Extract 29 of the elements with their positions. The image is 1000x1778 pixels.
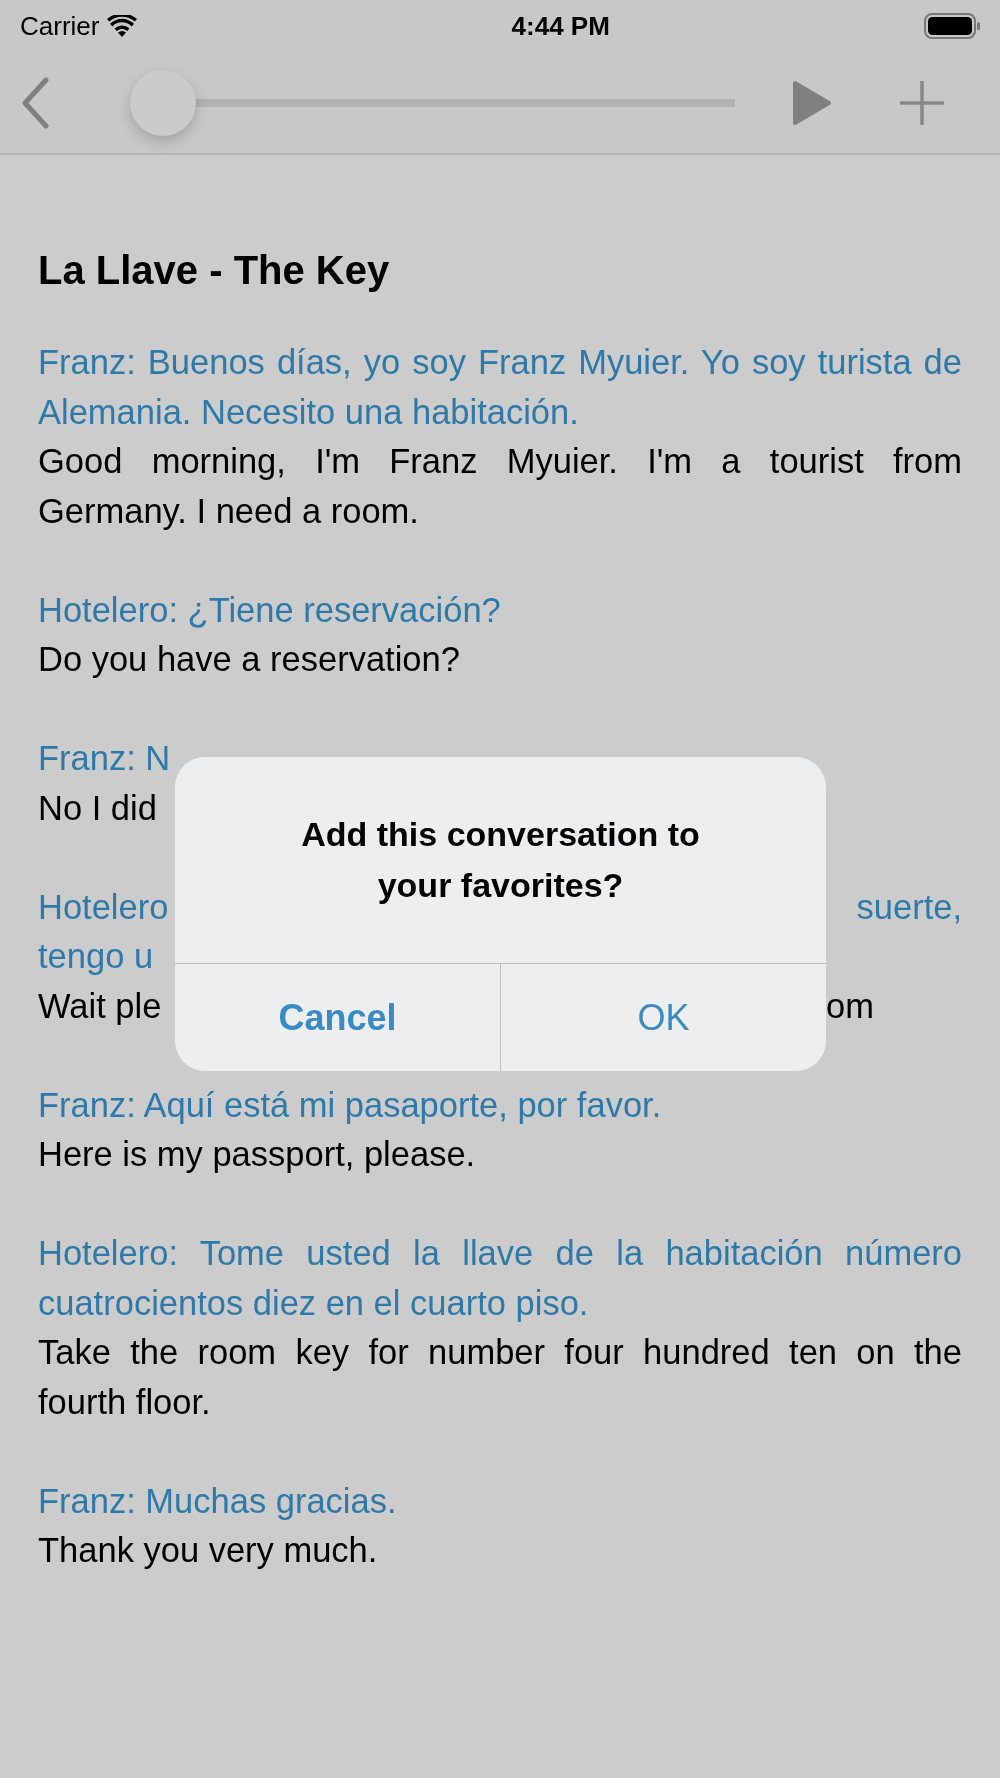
alert-message: Add this conversation to your favorites?: [300, 814, 701, 906]
spanish-line: tengo u: [38, 936, 154, 977]
spanish-line: Franz: Buenos días, yo soy Franz Myuier. Yo soy turista de Alemania. Necesito una habitación.: [38, 342, 962, 433]
wifi-icon: [107, 15, 138, 37]
cancel-button[interactable]: Cancel: [175, 963, 500, 1071]
english-translation: Good morning, I'm Franz Myuier. I'm a tourist from Germany. I need a room.: [38, 441, 962, 532]
add-icon[interactable]: [900, 80, 944, 125]
english-translation: Take the room key for number four hundred ten on the fourth floor.: [38, 1332, 962, 1423]
play-icon[interactable]: [792, 79, 832, 126]
spanish-line: Franz: Aquí está mi pasaporte, por favor.: [38, 1084, 663, 1126]
spanish-line: suerte,: [856, 886, 962, 928]
english-translation: Wait ple: [38, 985, 162, 1027]
spanish-line: Hotelero: [38, 886, 169, 928]
back-icon[interactable]: [20, 76, 50, 129]
english-translation: No I did: [38, 787, 157, 829]
battery-icon: [924, 13, 980, 39]
spanish-line: Franz: N: [38, 738, 171, 779]
spanish-line: Hotelero: ¿Tiene reservación?: [38, 589, 502, 631]
english-translation: Here is my passport, please.: [38, 1134, 477, 1175]
conversation-title: La Llave - The Key: [38, 247, 391, 294]
english-translation: om: [826, 985, 874, 1027]
english-translation: Do you have a reservation?: [38, 639, 461, 680]
english-translation: Thank you very much.: [38, 1530, 379, 1571]
spanish-line: Hotelero: Tome usted la llave de la habitación número cuatrocientos diez en el cuarto piso.: [38, 1233, 962, 1324]
slider-thumb[interactable]: [130, 69, 196, 136]
carrier-label: Carrier: [20, 9, 100, 43]
ok-button[interactable]: OK: [500, 963, 826, 1071]
status-time: 4:44 PM: [511, 9, 610, 43]
spanish-line: Franz: Muchas gracias.: [38, 1480, 398, 1522]
